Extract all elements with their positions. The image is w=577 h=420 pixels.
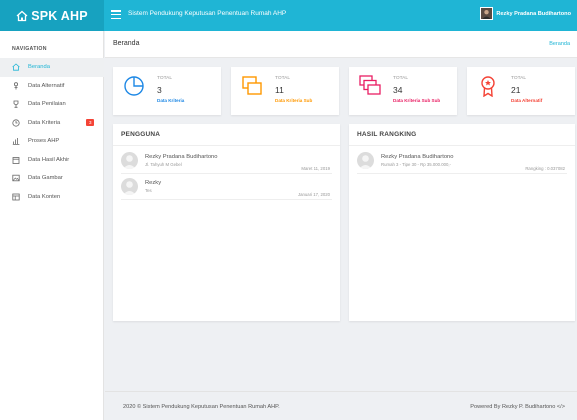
stat-label: TOTAL [157, 76, 173, 81]
stat-label: TOTAL [275, 76, 291, 81]
stat-value: 21 [511, 85, 521, 95]
sidebar-item-data-penilaian[interactable]: Data Penilaian [0, 95, 104, 114]
list-item[interactable]: Rezky Tes Januari 17, 2020 [121, 177, 332, 200]
sidebar-item-data-gambar[interactable]: Data Gambar [0, 169, 104, 188]
app-title: Sistem Pendukung Keputusan Penentuan Rum… [128, 10, 287, 17]
stat-value: 11 [275, 85, 284, 95]
divider [113, 145, 340, 146]
layout-icon [12, 193, 20, 201]
stat-card-kriteria-sub-sub: TOTAL 34 Data Kriteria Sub Sub [349, 67, 457, 115]
clock-icon [12, 119, 20, 127]
rangking-panel: HASIL RANGKING Rezky Pradana Budihartono… [349, 124, 575, 321]
brand-name: SPK AHP [31, 8, 88, 23]
panel-title: PENGGUNA [121, 131, 161, 138]
sidebar-item-label: Data Gambar [28, 175, 63, 182]
pie-chart-icon [123, 75, 145, 97]
sidebar-item-data-kriteria[interactable]: Data Kriteria 3 [0, 114, 104, 133]
page-title: Beranda [113, 40, 140, 47]
sidebar-heading: NAVIGATION [12, 46, 47, 52]
footer: 2020 © Sistem Pendukung Keputusan Penent… [105, 391, 577, 420]
sidebar-nav: Beranda Data Alternatif Data Penilaian D… [0, 58, 104, 206]
stack-icon [359, 75, 381, 97]
top-navbar: SPK AHP Sistem Pendukung Keputusan Penen… [0, 0, 577, 31]
home-icon [12, 63, 20, 71]
sidebar-item-label: Data Hasil Akhir [28, 156, 70, 163]
pengguna-panel: PENGGUNA Rezky Pradana Budihartono Jl. T… [113, 124, 340, 321]
powered-by-text: Powered By Rezky P. Budihartono </> [470, 404, 565, 410]
avatar [357, 152, 374, 169]
trophy-icon [12, 100, 20, 108]
list-item[interactable]: Rezky Pradana Budihartono Rumah 3 - Tipe… [357, 151, 567, 174]
user-menu[interactable]: Rezky Pradana Budihartono [480, 7, 571, 20]
stat-link[interactable]: Data Alternatif [511, 98, 542, 103]
stat-link[interactable]: Data Kriteria Sub Sub [393, 98, 440, 103]
sidebar-item-data-konten[interactable]: Data Konten [0, 188, 104, 207]
sidebar-item-proses-ahp[interactable]: Proses AHP [0, 132, 104, 151]
stat-card-kriteria-sub: TOTAL 11 Data Kriteria Sub [231, 67, 339, 115]
user-name: Rezky Pradana Budihartono [381, 154, 454, 160]
sidebar: NAVIGATION Beranda Data Alternatif Data … [0, 31, 104, 420]
stat-card-kriteria: TOTAL 3 Data Kriteria [113, 67, 221, 115]
stat-value: 3 [157, 85, 162, 95]
ranking-score: Rangking : 0.037082 [525, 166, 565, 171]
sidebar-item-label: Data Kriteria [28, 119, 61, 126]
user-address: Jl. Tahyuh M Gebel [145, 162, 182, 167]
house-detail: Rumah 3 - Tipe 30 - Rp 35.000.000,- [381, 162, 451, 167]
user-date: Januari 17, 2020 [297, 192, 330, 197]
page-header: Beranda Beranda [105, 31, 577, 58]
stat-label: TOTAL [393, 76, 409, 81]
user-name: Rezky Pradana Budihartono [496, 10, 571, 17]
image-icon [12, 174, 20, 182]
count-badge: 3 [86, 118, 94, 126]
home-icon [16, 10, 28, 22]
sidebar-item-label: Data Penilaian [28, 101, 66, 108]
avatar [121, 152, 138, 169]
brand-logo[interactable]: SPK AHP [0, 0, 104, 31]
avatar [480, 7, 494, 20]
panel-title: HASIL RANGKING [357, 131, 417, 138]
sidebar-item-label: Data Konten [28, 193, 61, 200]
calendar-icon [12, 156, 20, 164]
list-item[interactable]: Rezky Pradana Budihartono Jl. Tahyuh M G… [121, 151, 332, 174]
person-icon [12, 82, 20, 90]
award-icon [477, 75, 499, 97]
menu-toggle-icon[interactable] [111, 10, 121, 20]
stat-link[interactable]: Data Kriteria Sub [275, 98, 312, 103]
stat-label: TOTAL [511, 76, 527, 81]
user-name: Rezky [145, 180, 162, 186]
sidebar-item-data-alternatif[interactable]: Data Alternatif [0, 77, 104, 96]
breadcrumb[interactable]: Beranda [549, 41, 570, 47]
divider [349, 145, 575, 146]
sidebar-item-beranda[interactable]: Beranda [0, 58, 104, 77]
sidebar-item-label: Proses AHP [28, 138, 60, 145]
stat-card-alternatif: TOTAL 21 Data Alternatif [467, 67, 575, 115]
user-name: Rezky Pradana Budihartono [145, 154, 218, 160]
sidebar-item-data-hasil-akhir[interactable]: Data Hasil Akhir [0, 151, 104, 170]
layers-icon [241, 75, 263, 97]
bar-chart-icon [12, 137, 20, 146]
copyright-text: 2020 © Sistem Pendukung Keputusan Penent… [123, 404, 280, 410]
stat-link[interactable]: Data Kriteria [157, 98, 184, 103]
avatar [121, 178, 138, 195]
sidebar-item-label: Data Alternatif [28, 82, 65, 89]
user-date: Maret 11, 2019 [301, 166, 330, 171]
stat-value: 34 [393, 85, 403, 95]
user-address: Tes [145, 188, 152, 193]
sidebar-item-label: Beranda [28, 64, 50, 71]
